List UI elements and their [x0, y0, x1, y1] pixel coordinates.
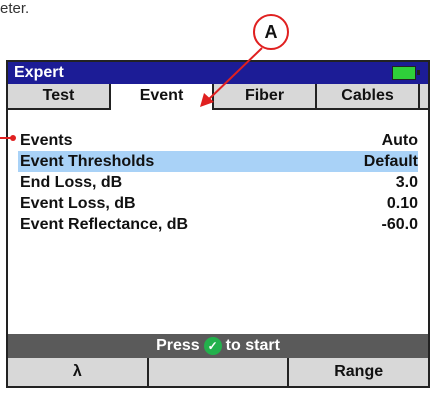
setting-row-event-loss[interactable]: Event Loss, dB 0.10: [20, 193, 418, 214]
setting-label: Event Thresholds: [20, 153, 155, 170]
softkey-blank[interactable]: [149, 358, 290, 386]
tab-event[interactable]: Event: [111, 84, 214, 110]
setting-row-end-loss[interactable]: End Loss, dB 3.0: [20, 172, 418, 193]
setting-value: Default: [363, 153, 418, 170]
settings-list: Events Auto Event Thresholds Default End…: [18, 130, 418, 235]
tab-test[interactable]: Test: [8, 84, 111, 108]
callout-label: A: [264, 21, 278, 42]
setting-label: Event Loss, dB: [20, 195, 136, 212]
setting-label: End Loss, dB: [20, 174, 123, 191]
tab-bar: Test Event Fiber Cables: [8, 84, 428, 110]
setting-value: 0.10: [386, 195, 418, 212]
softkey-range[interactable]: Range: [289, 358, 428, 386]
status-post: to start: [225, 337, 280, 354]
setting-value: 3.0: [395, 174, 418, 191]
window-title-bar: Expert: [8, 62, 428, 84]
softkey-lambda[interactable]: λ: [8, 358, 149, 386]
caption-text: eter.: [0, 0, 30, 17]
tab-fiber[interactable]: Fiber: [214, 84, 317, 108]
check-icon: ✓: [203, 337, 222, 355]
window-title: Expert: [14, 64, 64, 81]
setting-label: Event Reflectance, dB: [20, 216, 189, 233]
callout-a: A: [253, 14, 289, 50]
setting-row-event-thresholds[interactable]: Event Thresholds Default: [18, 151, 418, 172]
setting-value: Auto: [381, 132, 418, 149]
status-bar: Press ✓ to start: [8, 334, 428, 358]
status-pre: Press: [156, 337, 200, 354]
tab-cables[interactable]: Cables: [317, 84, 420, 108]
tab-overflow[interactable]: [420, 84, 428, 108]
device-screen: Expert Test Event Fiber Cables Events Au…: [6, 60, 430, 388]
battery-icon: [392, 66, 420, 80]
setting-row-events[interactable]: Events Auto: [20, 130, 418, 151]
setting-row-event-reflectance[interactable]: Event Reflectance, dB -60.0: [20, 214, 418, 235]
softkey-bar: λ Range: [8, 358, 428, 386]
setting-label: Events: [20, 132, 73, 149]
setting-value: -60.0: [381, 216, 418, 233]
